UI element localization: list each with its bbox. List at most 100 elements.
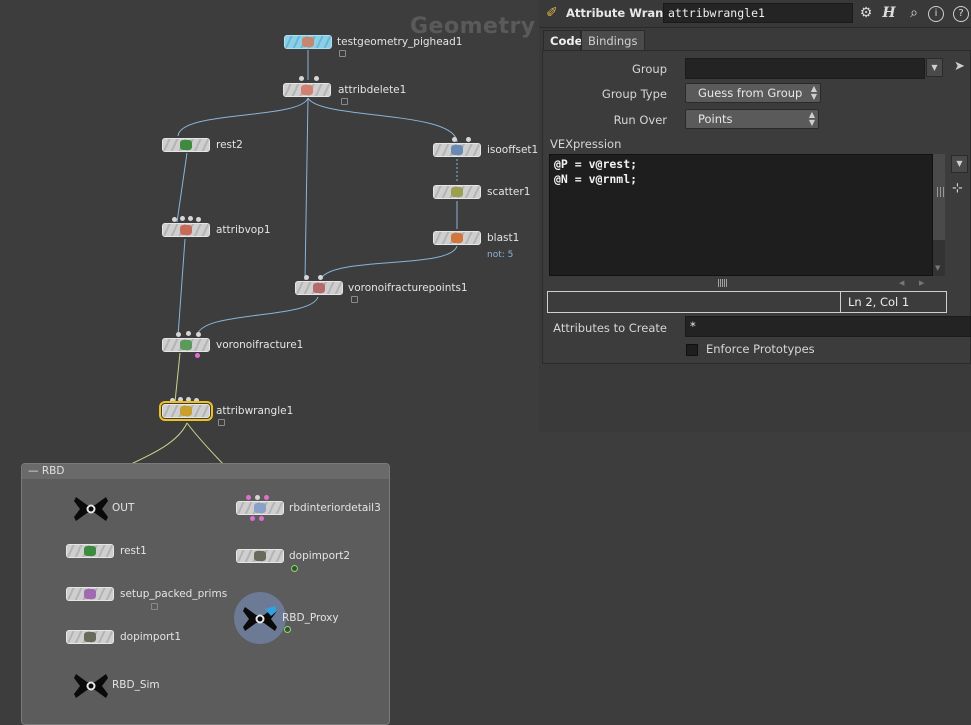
node-label-voronoifracturepoints: voronoifracturepoints1 (348, 282, 468, 294)
input-port[interactable] (172, 217, 177, 222)
select-arrow-icon[interactable]: ➤ (954, 59, 965, 74)
code-line: @N = v@rnml; (554, 172, 638, 186)
run-over-menu[interactable]: Points ▲ ▼ (685, 109, 819, 129)
question-icon[interactable]: ? (953, 6, 969, 22)
add-snippet-icon[interactable]: ⊹ (952, 181, 963, 196)
voronoipoints-icon (313, 283, 325, 293)
panel-empty-area (539, 364, 971, 432)
input-port[interactable] (264, 495, 269, 500)
input-port[interactable] (304, 275, 309, 280)
null-node-out[interactable] (72, 495, 110, 523)
input-port[interactable] (186, 331, 191, 336)
code-scrollbar[interactable]: ▼ (933, 154, 945, 276)
node-dopimport2[interactable] (236, 549, 284, 563)
input-port[interactable] (314, 76, 319, 81)
vex-code-editor[interactable]: @P = v@rest; @N = v@rnml; (549, 154, 933, 276)
input-port[interactable] (176, 332, 181, 337)
input-port[interactable] (196, 217, 201, 222)
group-dropdown-button[interactable]: ▼ (926, 58, 943, 77)
node-dopimport1[interactable] (66, 630, 114, 644)
node-label-attribdelete: attribdelete1 (338, 84, 407, 96)
tab-bindings[interactable]: Bindings (581, 30, 645, 50)
output-port[interactable] (250, 516, 255, 521)
resize-grip-icon[interactable] (937, 187, 945, 197)
input-port[interactable] (255, 495, 260, 500)
parameter-body: Group ▼ ➤ Group Type Guess from Group ▲ ▼… (542, 50, 971, 364)
input-port[interactable] (246, 495, 251, 500)
group-type-menu[interactable]: Guess from Group ▲ ▼ (685, 83, 821, 103)
node-label-attribwrangle: attribwrangle1 (216, 405, 294, 417)
help-h-icon[interactable]: H (880, 4, 898, 22)
voronoifracture-icon (180, 340, 192, 350)
node-name-field[interactable]: attribwrangle1 (663, 3, 853, 23)
output-port[interactable] (259, 516, 264, 521)
node-scatter[interactable] (433, 185, 481, 199)
attributes-to-create-field[interactable]: * (685, 316, 971, 337)
lock-icon (351, 296, 358, 303)
node-label-rbd-sim: RBD_Sim (112, 679, 160, 691)
subnet-icon (84, 589, 96, 599)
node-label-rest1: rest1 (120, 545, 147, 557)
output-port[interactable] (195, 353, 200, 358)
node-rest2[interactable] (162, 138, 210, 152)
node-voronoifracture[interactable] (162, 338, 210, 352)
node-label-setup-packed-prims: setup_packed_prims (120, 588, 228, 600)
input-port[interactable] (178, 397, 183, 402)
search-icon[interactable]: ⌕ (905, 4, 923, 22)
lock-icon (341, 98, 348, 105)
cursor-position: Ln 2, Col 1 (848, 295, 910, 309)
node-label-isooffset: isooffset1 (487, 144, 539, 156)
collapse-icon[interactable]: — (28, 465, 42, 477)
group-type-label: Group Type (601, 87, 667, 101)
rest-icon (180, 140, 192, 150)
editor-status-bar: Ln 2, Col 1 (547, 291, 947, 313)
gear-icon[interactable]: ⚙ (857, 4, 875, 22)
node-testgeometry[interactable] (284, 35, 332, 49)
input-port[interactable] (466, 137, 471, 142)
wrangle-type-icon: ✐ (546, 5, 558, 21)
input-port[interactable] (452, 137, 457, 142)
node-label-dopimport2: dopimport2 (289, 550, 351, 562)
spinner-icon: ▲ ▼ (808, 110, 815, 127)
input-port[interactable] (318, 275, 323, 280)
spinner-icon: ▲ ▼ (810, 84, 817, 101)
input-port[interactable] (188, 216, 193, 221)
info-icon[interactable]: i (928, 6, 944, 22)
node-blast[interactable] (433, 231, 481, 245)
scroll-right-icon[interactable]: ▶ (919, 279, 924, 287)
node-label-testgeometry: testgeometry_pighead1 (337, 36, 463, 48)
vex-menu-button[interactable]: ▼ (951, 155, 968, 173)
network-box-title-text: RBD (41, 465, 65, 477)
node-label-voronoifracture: voronoifracture1 (216, 339, 304, 351)
node-voronoifracturepoints[interactable] (295, 281, 343, 295)
null-node-rbd-proxy[interactable] (241, 605, 279, 633)
node-setup-packed-prims[interactable] (66, 587, 114, 601)
tab-code[interactable]: Code (543, 30, 582, 50)
network-box-header[interactable] (22, 464, 389, 479)
vertical-resize-grip-icon[interactable] (718, 279, 728, 287)
flag-icon[interactable] (291, 565, 298, 572)
node-label-scatter: scatter1 (487, 186, 531, 198)
node-rest1[interactable] (66, 544, 114, 558)
input-port[interactable] (194, 398, 199, 403)
run-over-value: Points (698, 112, 733, 126)
node-label-out: OUT (112, 502, 135, 514)
node-rbdinteriordetail[interactable] (236, 501, 284, 515)
node-attribdelete[interactable] (283, 83, 331, 97)
group-label: Group (631, 62, 667, 76)
node-attribwrangle[interactable] (159, 401, 213, 421)
flag-icon[interactable] (284, 626, 291, 633)
node-isooffset[interactable] (433, 143, 481, 157)
null-node-rbd-sim[interactable] (72, 672, 110, 700)
input-port[interactable] (180, 216, 185, 221)
scroll-left-icon[interactable]: ◀ (899, 279, 904, 287)
blast-icon (451, 233, 463, 243)
input-port[interactable] (170, 398, 175, 403)
input-port[interactable] (299, 76, 304, 81)
node-attribvop[interactable] (162, 223, 210, 237)
enforce-prototypes-checkbox[interactable] (686, 344, 698, 356)
group-field[interactable] (685, 58, 925, 79)
input-port[interactable] (186, 397, 191, 402)
enforce-prototypes-label: Enforce Prototypes (706, 342, 815, 356)
input-port[interactable] (196, 332, 201, 337)
